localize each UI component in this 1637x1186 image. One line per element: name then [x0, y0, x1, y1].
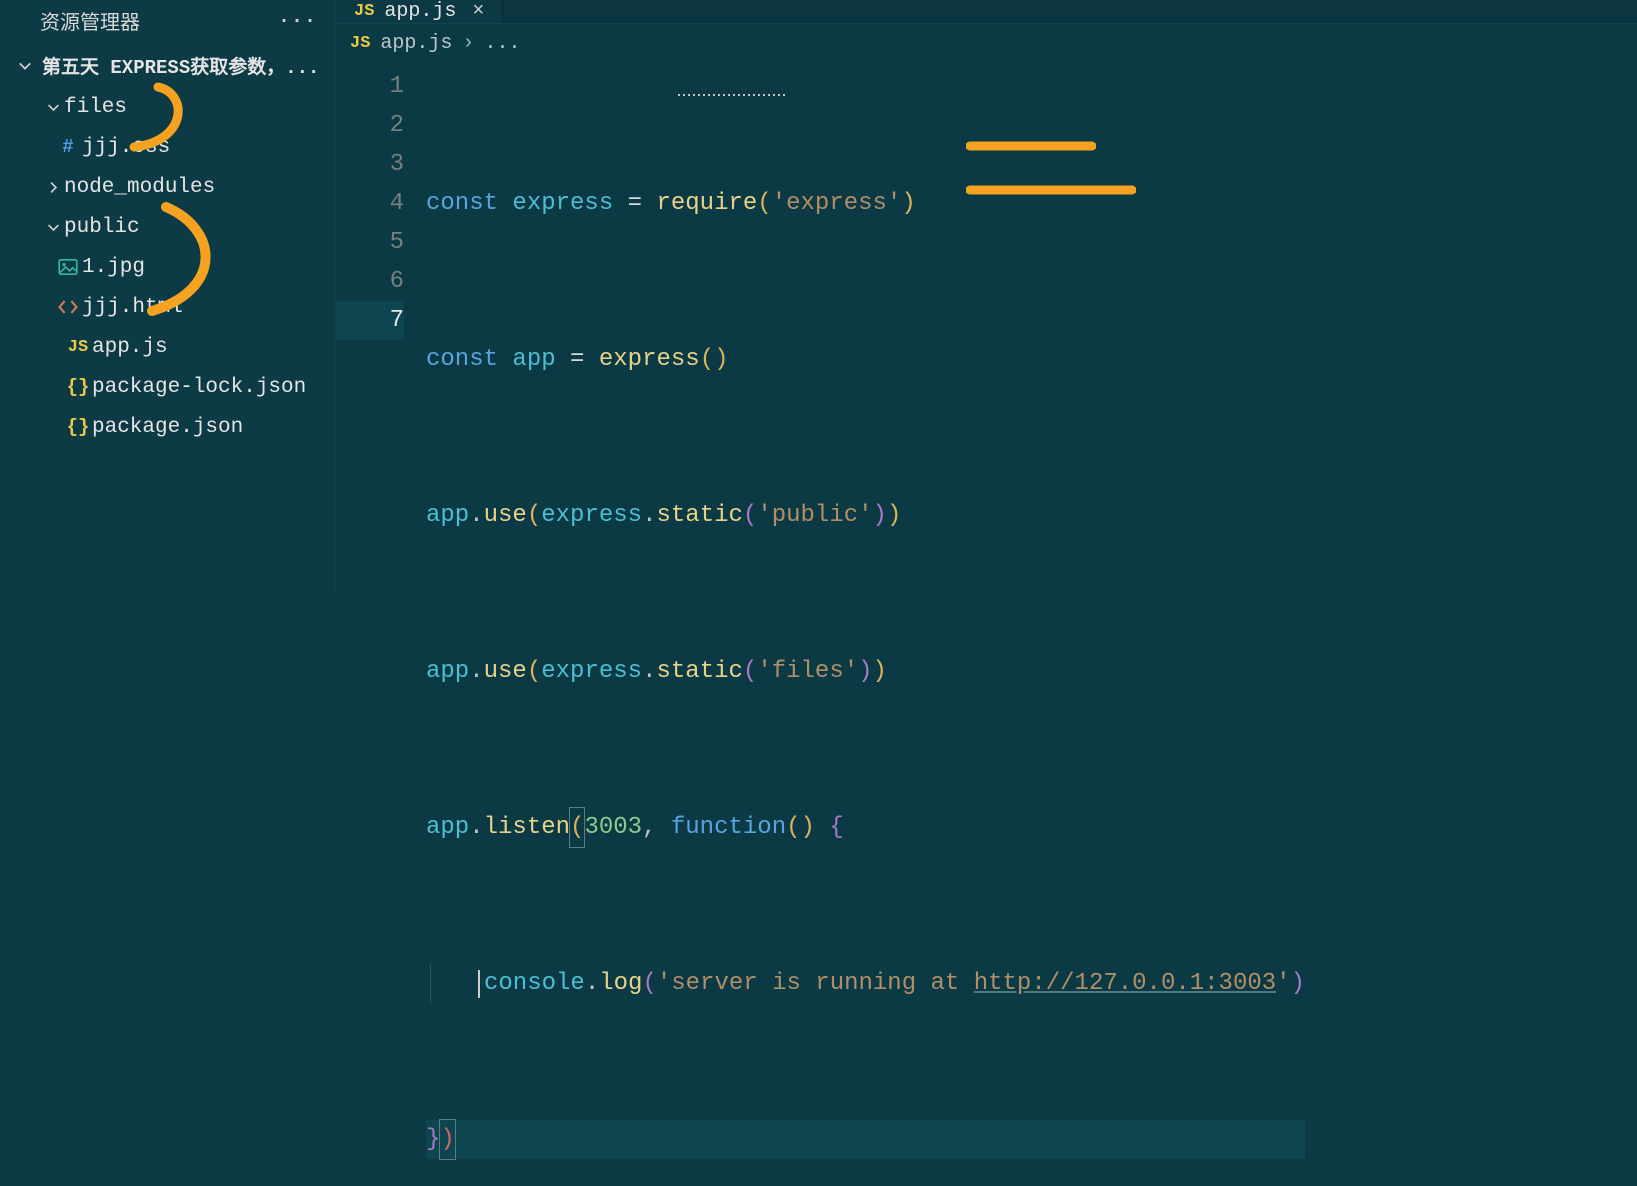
token-fn: use [484, 652, 527, 691]
token-string: 'server is running at [657, 964, 974, 1003]
token-string: ' [1276, 964, 1290, 1003]
js-file-icon: JS [350, 34, 370, 53]
explorer-section[interactable]: 第五天 EXPRESS获取参数，... [0, 46, 335, 85]
token-keyword: const [426, 340, 498, 379]
close-icon[interactable]: × [472, 0, 484, 23]
underline-hint-icon [678, 91, 788, 99]
token-url[interactable]: http://127.0.0.1:3003 [974, 964, 1276, 1003]
code-line-active[interactable]: }) [426, 1120, 1305, 1159]
code-line[interactable]: const app = express() [426, 340, 1305, 379]
token-string: 'files' [757, 652, 858, 691]
explorer-sidebar: 资源管理器 ··· 第五天 EXPRESS获取参数，... files # jj… [0, 0, 336, 593]
code-content[interactable]: const express = require('express') const… [426, 61, 1305, 1186]
text-cursor [478, 970, 480, 998]
token-string: 'express' [772, 184, 902, 223]
breadcrumb-ellipsis: ... [484, 32, 520, 55]
code-line[interactable]: app.listen(3003, function() { [426, 808, 1305, 847]
breadcrumb[interactable]: JS app.js › ... [336, 24, 1637, 61]
token-paren: () [700, 340, 729, 379]
token-paren: ( [757, 184, 771, 223]
tree-label: jjj.html [82, 296, 183, 319]
line-number: 1 [336, 67, 404, 106]
chevron-right-icon [42, 181, 64, 194]
css-file-icon: # [54, 136, 82, 158]
token-ident: express [541, 652, 642, 691]
tree-label: package-lock.json [92, 376, 306, 399]
section-label: 第五天 EXPRESS获取参数，... [42, 52, 319, 79]
gutter: 1 2 3 4 5 6 7 [336, 61, 426, 1186]
explorer-more-icon[interactable]: ··· [278, 10, 317, 33]
json-file-icon: {} [64, 416, 92, 438]
token-keyword: function [671, 808, 786, 847]
annotation-underline-1 [966, 139, 1096, 153]
token-string: 'public' [757, 496, 872, 535]
token-ident: app [426, 496, 469, 535]
folder-files[interactable]: files [0, 87, 335, 127]
token-ident: app [426, 652, 469, 691]
token-paren: ) [440, 1120, 454, 1159]
file-jjj-css[interactable]: # jjj.css [0, 127, 335, 167]
token-fn: use [484, 496, 527, 535]
file-app-js[interactable]: JS app.js [0, 327, 335, 367]
token-ident: express [541, 496, 642, 535]
token-fn: static [656, 652, 742, 691]
breadcrumb-file: app.js [380, 32, 452, 55]
folder-node-modules[interactable]: node_modules [0, 167, 335, 207]
token-fn: require [656, 184, 757, 223]
token-fn: static [656, 496, 742, 535]
token-number: 3003 [584, 808, 642, 847]
image-file-icon [54, 259, 82, 275]
token-ident: express [512, 184, 613, 223]
js-file-icon: JS [354, 2, 374, 21]
code-line[interactable]: app.use(express.static('public')) [426, 496, 1305, 535]
line-number: 4 [336, 184, 404, 223]
token-fn: express [599, 340, 700, 379]
chevron-down-icon [42, 221, 64, 234]
token-keyword: const [426, 184, 498, 223]
tree-label: public [64, 216, 140, 239]
token-fn: listen [484, 808, 570, 847]
file-jjj-html[interactable]: jjj.html [0, 287, 335, 327]
line-number: 6 [336, 262, 404, 301]
file-1-jpg[interactable]: 1.jpg [0, 247, 335, 287]
tree-label: app.js [92, 336, 168, 359]
token-ident: app [512, 340, 555, 379]
token-ident: console [484, 964, 585, 1003]
tree-label: node_modules [64, 176, 215, 199]
tree-label: jjj.css [82, 136, 170, 159]
line-number: 2 [336, 106, 404, 145]
html-file-icon [54, 299, 82, 315]
line-number: 3 [336, 145, 404, 184]
code-line[interactable]: console.log('server is running at http:/… [426, 964, 1305, 1003]
explorer-title: 资源管理器 [40, 6, 140, 36]
folder-public[interactable]: public [0, 207, 335, 247]
tabs-bar: JS app.js × [336, 0, 1637, 24]
js-file-icon: JS [64, 338, 92, 357]
token-paren: ) [901, 184, 915, 223]
file-tree: files # jjj.css node_modules public 1.jp… [0, 85, 335, 447]
explorer-header: 资源管理器 ··· [0, 0, 335, 46]
chevron-down-icon [42, 101, 64, 114]
token-op: = [628, 184, 642, 223]
tab-app-js[interactable]: JS app.js × [336, 0, 503, 23]
code-editor[interactable]: 1 2 3 4 5 6 7 const express = require('e… [336, 61, 1637, 1186]
line-number: 7 [336, 301, 404, 340]
breadcrumb-sep-icon: › [462, 32, 474, 55]
token-op: = [570, 340, 584, 379]
token-brace: } [426, 1120, 440, 1159]
tab-label: app.js [384, 0, 456, 23]
tree-label: 1.jpg [82, 256, 145, 279]
file-package-json[interactable]: {} package.json [0, 407, 335, 447]
token-fn: log [599, 964, 642, 1003]
tree-label: package.json [92, 416, 243, 439]
editor-area: JS app.js × JS app.js › ... 1 2 3 4 5 6 … [336, 0, 1637, 593]
token-ident: app [426, 808, 469, 847]
json-file-icon: {} [64, 376, 92, 398]
line-number: 5 [336, 223, 404, 262]
tree-label: files [64, 96, 127, 119]
code-line[interactable]: app.use(express.static('files')) [426, 652, 1305, 691]
code-line[interactable]: const express = require('express') [426, 184, 1305, 223]
chevron-down-icon [14, 59, 36, 73]
file-package-lock-json[interactable]: {} package-lock.json [0, 367, 335, 407]
